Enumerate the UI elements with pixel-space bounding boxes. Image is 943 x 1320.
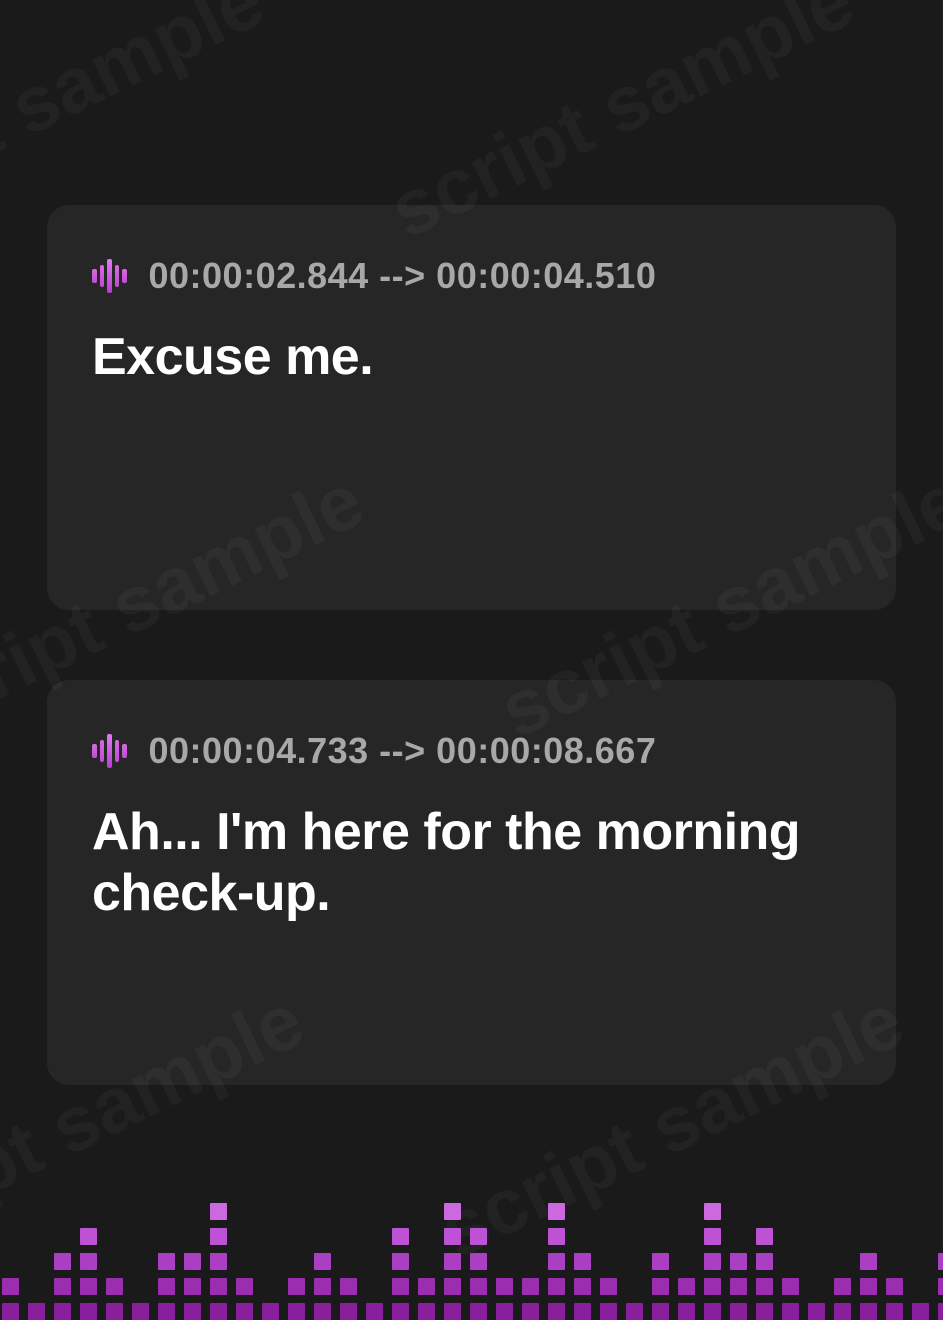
equalizer-column xyxy=(756,1228,773,1320)
equalizer-column xyxy=(314,1253,331,1320)
audio-wave-icon xyxy=(92,734,127,768)
caption-timestamp: 00:00:02.844 --> 00:00:04.510 xyxy=(149,255,657,297)
caption-text: Excuse me. xyxy=(92,327,851,388)
equalizer-column xyxy=(236,1278,253,1320)
equalizer-column xyxy=(626,1303,643,1320)
equalizer-column xyxy=(444,1203,461,1320)
equalizer-column xyxy=(860,1253,877,1320)
equalizer-column xyxy=(652,1253,669,1320)
equalizer-column xyxy=(28,1303,45,1320)
equalizer-visualization xyxy=(0,1180,943,1320)
caption-card: 00:00:04.733 --> 00:00:08.667 Ah... I'm … xyxy=(47,680,896,1085)
equalizer-column xyxy=(340,1278,357,1320)
equalizer-column xyxy=(808,1303,825,1320)
caption-container: 00:00:02.844 --> 00:00:04.510 Excuse me.… xyxy=(0,0,943,1085)
caption-card: 00:00:02.844 --> 00:00:04.510 Excuse me. xyxy=(47,205,896,610)
equalizer-column xyxy=(418,1278,435,1320)
caption-header: 00:00:04.733 --> 00:00:08.667 xyxy=(92,730,851,772)
equalizer-column xyxy=(782,1278,799,1320)
equalizer-column xyxy=(912,1303,929,1320)
equalizer-column xyxy=(730,1253,747,1320)
equalizer-column xyxy=(938,1253,943,1320)
equalizer-column xyxy=(470,1228,487,1320)
equalizer-column xyxy=(80,1228,97,1320)
equalizer-column xyxy=(496,1278,513,1320)
caption-timestamp: 00:00:04.733 --> 00:00:08.667 xyxy=(149,730,657,772)
equalizer-column xyxy=(886,1278,903,1320)
equalizer-column xyxy=(184,1253,201,1320)
equalizer-column xyxy=(392,1228,409,1320)
equalizer-column xyxy=(704,1203,721,1320)
equalizer-column xyxy=(132,1303,149,1320)
equalizer-column xyxy=(522,1278,539,1320)
equalizer-column xyxy=(366,1303,383,1320)
caption-header: 00:00:02.844 --> 00:00:04.510 xyxy=(92,255,851,297)
equalizer-column xyxy=(262,1303,279,1320)
equalizer-column xyxy=(106,1278,123,1320)
equalizer-column xyxy=(288,1278,305,1320)
audio-wave-icon xyxy=(92,259,127,293)
caption-text: Ah... I'm here for the morning check-up. xyxy=(92,802,851,925)
equalizer-column xyxy=(834,1278,851,1320)
equalizer-column xyxy=(574,1253,591,1320)
equalizer-column xyxy=(678,1278,695,1320)
equalizer-column xyxy=(2,1278,19,1320)
equalizer-column xyxy=(210,1203,227,1320)
equalizer-column xyxy=(158,1253,175,1320)
equalizer-column xyxy=(548,1203,565,1320)
equalizer-column xyxy=(54,1253,71,1320)
equalizer-column xyxy=(600,1278,617,1320)
